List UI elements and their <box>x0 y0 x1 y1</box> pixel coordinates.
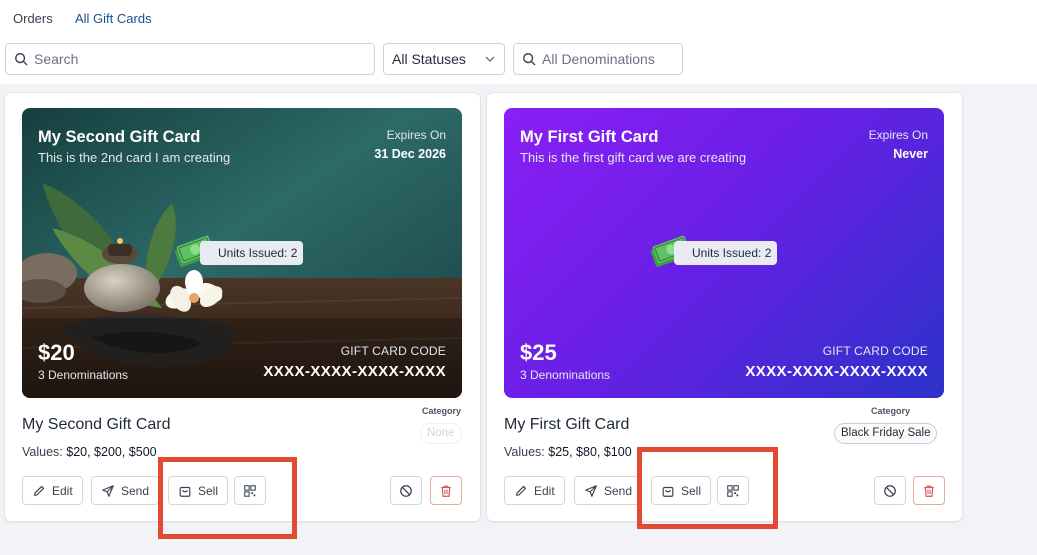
denominations-count: 3 Denominations <box>520 368 611 382</box>
expires-value: Never <box>893 147 928 161</box>
send-label: Send <box>121 483 150 498</box>
tab-bar: Orders All Gift Cards <box>0 0 1037 34</box>
values-label: Values: <box>504 445 545 459</box>
gift-card-values: Values: $20, $200, $500 <box>22 445 157 459</box>
code-label: GIFT CARD CODE <box>822 344 928 358</box>
filter-bar: Search All Statuses All Denominations <box>0 34 1037 84</box>
gift-card-subtitle: This is the first gift card we are creat… <box>520 150 747 165</box>
edit-label: Edit <box>52 483 73 498</box>
gift-card-amount: $25 <box>520 340 557 365</box>
send-icon <box>585 484 597 497</box>
delete-button[interactable] <box>913 476 945 505</box>
ban-icon <box>400 484 412 497</box>
tab-all-gift-cards[interactable]: All Gift Cards <box>75 11 152 26</box>
values-list: $20, $200, $500 <box>66 445 157 459</box>
search-input[interactable]: Search <box>5 43 375 75</box>
denominations-count: 3 Denominations <box>38 368 129 382</box>
expires-label: Expires On <box>868 128 928 142</box>
status-select-value: All Statuses <box>392 51 466 67</box>
send-label: Send <box>604 483 633 498</box>
values-list: $25, $80, $100 <box>548 445 632 459</box>
units-issued-badge: Units Issued: 2 <box>200 241 304 265</box>
gift-card-amount: $20 <box>38 340 75 365</box>
category-label: Category <box>422 406 462 416</box>
code-value: XXXX-XXXX-XXXX-XXXX <box>745 363 928 380</box>
ban-icon <box>884 484 896 497</box>
category-value: None <box>420 423 462 444</box>
values-label: Values: <box>22 445 63 459</box>
trash-icon <box>441 485 451 497</box>
denomination-placeholder: All Denominations <box>542 51 655 67</box>
gift-card-preview[interactable]: Units Issued: 2 My Second Gift Card This… <box>22 108 462 398</box>
edit-button[interactable]: Edit <box>504 476 565 505</box>
tab-orders[interactable]: Orders <box>13 11 53 26</box>
gift-card-subtitle: This is the 2nd card I am creating <box>38 150 231 165</box>
status-select[interactable]: All Statuses <box>383 43 505 75</box>
expires-value: 31 Dec 2026 <box>374 147 446 161</box>
expires-label: Expires On <box>386 128 446 142</box>
pencil-icon <box>34 485 45 496</box>
send-button[interactable]: Send <box>574 476 643 505</box>
gift-card-values: Values: $25, $80, $100 <box>504 445 632 459</box>
code-label: GIFT CARD CODE <box>340 344 446 358</box>
highlight-box <box>158 457 297 539</box>
highlight-box <box>637 447 778 529</box>
edit-label: Edit <box>534 483 555 498</box>
units-issued-badge: Units Issued: 2 <box>674 241 778 265</box>
code-value: XXXX-XXXX-XXXX-XXXX <box>263 363 446 380</box>
disable-button[interactable] <box>390 476 422 505</box>
denomination-input[interactable]: All Denominations <box>513 43 683 75</box>
gift-card-title: My Second Gift Card <box>38 128 201 146</box>
category-value: Black Friday Sale <box>834 423 938 444</box>
search-icon <box>523 53 536 66</box>
category-label: Category <box>871 406 911 416</box>
send-button[interactable]: Send <box>91 476 160 505</box>
chevron-down-icon <box>485 56 495 62</box>
send-icon <box>102 484 114 497</box>
edit-button[interactable]: Edit <box>22 476 83 505</box>
gift-card-name: My Second Gift Card <box>22 416 171 433</box>
disable-button[interactable] <box>874 476 906 505</box>
trash-icon <box>924 485 934 497</box>
delete-button[interactable] <box>430 476 462 505</box>
pencil-icon <box>516 485 527 496</box>
gift-card-title: My First Gift Card <box>520 128 659 146</box>
search-placeholder: Search <box>34 51 79 67</box>
search-icon <box>15 53 28 66</box>
gift-card-name: My First Gift Card <box>504 416 630 433</box>
gift-card-preview[interactable]: Units Issued: 2 My First Gift Card This … <box>504 108 944 398</box>
